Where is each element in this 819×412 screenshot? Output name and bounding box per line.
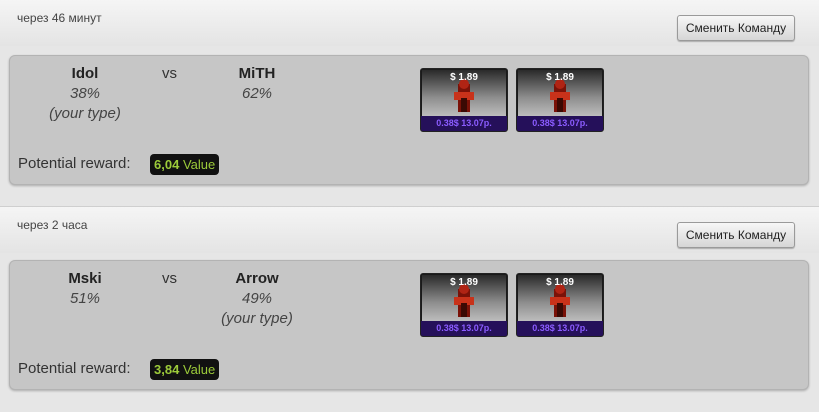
item-subprice: 0.38$ 13.07р. <box>421 321 507 336</box>
reward-label: Potential reward: <box>18 155 131 172</box>
team-percent: 49% <box>241 290 273 307</box>
item-price: $ 1.89 <box>546 72 574 83</box>
item-subprice: 0.38$ 13.07р. <box>517 321 603 336</box>
reward-badge: 3,84 Value <box>150 359 220 380</box>
item-card[interactable]: $ 1.89 0.38$ 13.07р. <box>516 68 604 132</box>
hero-icon <box>454 284 474 317</box>
match-header: через 46 минут Сменить Команду <box>0 0 819 46</box>
hero-icon <box>454 79 474 112</box>
team-name: Arrow <box>235 270 279 287</box>
item-card[interactable]: $ 1.89 0.38$ 13.07р. <box>420 273 508 337</box>
change-team-button[interactable]: Сменить Команду <box>677 15 795 41</box>
match-panel: Idol 38% (your type) vs MiTH 62% $ 1.89 … <box>9 55 809 185</box>
item-price: $ 1.89 <box>450 277 478 288</box>
item-subprice: 0.38$ 13.07р. <box>421 116 507 131</box>
team-name: Mski <box>68 270 102 287</box>
item-card[interactable]: $ 1.89 0.38$ 13.07р. <box>420 68 508 132</box>
reward-value: 3,84 <box>154 362 180 377</box>
item-price: $ 1.89 <box>450 72 478 83</box>
team-percent: 38% <box>69 85 101 102</box>
team-percent: 51% <box>69 290 101 307</box>
team-percent: 62% <box>241 85 273 102</box>
team-left[interactable]: Idol 38% (your type) <box>30 64 140 124</box>
team-left[interactable]: Mski 51% <box>30 269 140 309</box>
hero-icon <box>550 79 570 112</box>
reward-badge: 6,04 Value <box>150 154 220 175</box>
your-type-label: (your type) <box>221 310 293 327</box>
team-name: Idol <box>71 65 99 82</box>
vs-label: vs <box>162 270 177 287</box>
item-subprice: 0.38$ 13.07р. <box>517 116 603 131</box>
vs-label: vs <box>162 65 177 82</box>
item-card[interactable]: $ 1.89 0.38$ 13.07р. <box>516 273 604 337</box>
match-panel: Mski 51% vs Arrow 49% (your type) $ 1.89… <box>9 260 809 390</box>
reward-value: 6,04 <box>154 157 180 172</box>
item-price: $ 1.89 <box>546 277 574 288</box>
team-name: MiTH <box>238 65 276 82</box>
your-type-label: (your type) <box>49 105 121 122</box>
match-header: через 2 часа Сменить Команду <box>0 206 819 253</box>
match-time: через 46 минут <box>17 11 102 25</box>
reward-label: Potential reward: <box>18 360 131 377</box>
team-right[interactable]: MiTH 62% <box>202 64 312 104</box>
team-right[interactable]: Arrow 49% (your type) <box>202 269 312 329</box>
match-time: через 2 часа <box>17 218 88 232</box>
reward-unit: Value <box>182 362 216 377</box>
reward-unit: Value <box>182 157 216 172</box>
hero-icon <box>550 284 570 317</box>
change-team-button[interactable]: Сменить Команду <box>677 222 795 248</box>
